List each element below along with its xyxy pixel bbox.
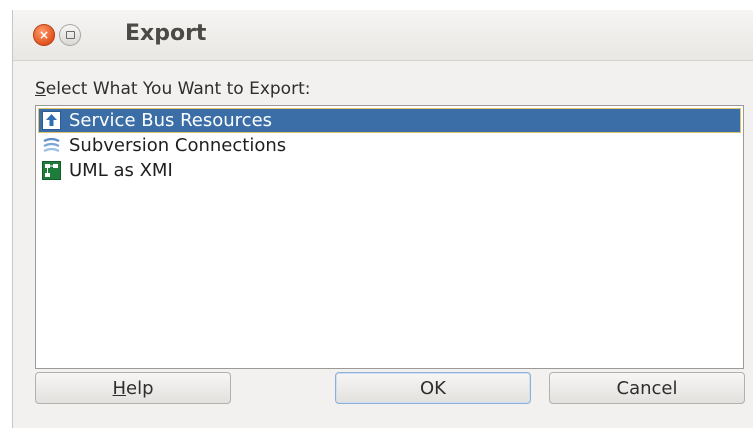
export-type-list[interactable]: Service Bus Resources Subversion Connect… — [35, 105, 744, 369]
upload-arrow-icon — [42, 111, 61, 130]
maximize-icon — [66, 31, 75, 39]
list-item-uml-as-xmi[interactable]: UML as XMI — [38, 158, 741, 183]
prompt-mnemonic: S — [35, 79, 46, 99]
prompt-text: elect What You Want to Export: — [45, 79, 311, 99]
cancel-label: Cancel — [616, 377, 678, 399]
help-mnemonic: H — [112, 377, 127, 399]
export-dialog: × Export Select What You Want to Export:… — [12, 10, 753, 428]
uml-diagram-icon — [42, 161, 61, 180]
close-icon: × — [38, 28, 50, 42]
cancel-button[interactable]: Cancel — [549, 372, 745, 404]
help-button[interactable]: Help — [35, 372, 231, 404]
list-item-label: UML as XMI — [69, 160, 173, 181]
ok-button[interactable]: OK — [335, 372, 531, 404]
dialog-title: Export — [125, 21, 207, 46]
title-bar[interactable]: × Export — [13, 10, 753, 61]
list-item-service-bus-resources[interactable]: Service Bus Resources — [38, 108, 741, 133]
help-label: elp — [126, 377, 154, 399]
maximize-button[interactable] — [59, 24, 81, 46]
list-item-label: Service Bus Resources — [69, 110, 273, 131]
ok-label: OK — [420, 377, 446, 399]
list-item-label: Subversion Connections — [69, 135, 287, 156]
list-item-subversion-connections[interactable]: Subversion Connections — [38, 133, 741, 158]
close-button[interactable]: × — [33, 24, 55, 46]
export-prompt-label: Select What You Want to Export: — [35, 79, 310, 99]
subversion-icon — [43, 137, 60, 152]
